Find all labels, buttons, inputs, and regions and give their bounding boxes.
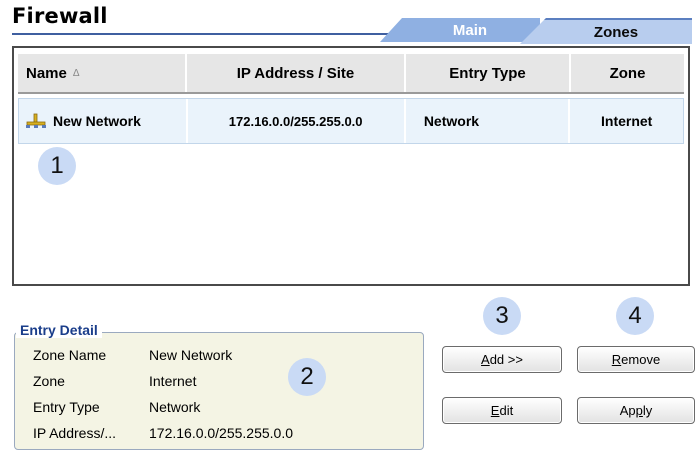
detail-row-zone: Zone Internet [33, 373, 196, 389]
remove-button-mnemonic: R [611, 352, 622, 367]
callout-3: 3 [483, 297, 521, 335]
column-header-entry-type[interactable]: Entry Type [406, 54, 571, 92]
entry-detail-legend: Entry Detail [16, 322, 102, 338]
detail-row-entry-type: Entry Type Network [33, 399, 200, 415]
cell-name-text: New Network [53, 113, 141, 129]
tab-main-label: Main [452, 21, 488, 39]
tab-zones[interactable]: Zones [520, 18, 692, 44]
cell-ip: 172.16.0.0/255.255.0.0 [188, 99, 406, 143]
detail-key: Zone Name [33, 347, 107, 363]
apply-button[interactable]: Ap p ly [577, 397, 695, 424]
apply-button-mnemonic: p [635, 403, 643, 418]
detail-key: Zone [33, 373, 65, 389]
add-button-mnemonic: A [481, 352, 490, 367]
edit-button[interactable]: Edit [442, 397, 562, 424]
detail-value: Network [149, 399, 201, 415]
add-button[interactable]: Add >> [442, 346, 562, 373]
network-icon [25, 112, 47, 130]
cell-name: New Network [19, 99, 188, 143]
detail-value: Internet [149, 373, 197, 389]
callout-4: 4 [616, 297, 654, 335]
remove-button[interactable]: Remove [577, 346, 695, 373]
edit-button-mnemonic: E [490, 403, 500, 418]
apply-button-label: ly [642, 403, 653, 418]
detail-key: Entry Type [33, 399, 100, 415]
column-header-zone[interactable]: Zone [571, 54, 684, 92]
table-header: Name Δ IP Address / Site Entry Type Zone [18, 54, 684, 94]
table-row[interactable]: New Network 172.16.0.0/255.255.0.0 Netwo… [18, 98, 684, 144]
tab-bar: Main Zones [380, 12, 692, 44]
sort-ascending-icon: Δ [72, 67, 80, 79]
detail-row-zone-name: Zone Name New Network [33, 347, 232, 363]
zones-table: Name Δ IP Address / Site Entry Type Zone… [12, 46, 690, 286]
column-header-name-label: Name [26, 64, 67, 82]
detail-value: 172.16.0.0/255.255.0.0 [149, 425, 294, 441]
remove-button-label: emove [621, 352, 661, 367]
page-title: Firewall [12, 4, 108, 28]
column-header-ip[interactable]: IP Address / Site [187, 54, 406, 92]
tab-zones-label: Zones [593, 23, 639, 41]
tab-main[interactable]: Main [380, 18, 540, 42]
callout-1: 1 [38, 147, 76, 185]
entry-detail-panel: Zone Name New Network Zone Internet Entr… [14, 332, 424, 450]
cell-zone: Internet [601, 113, 653, 129]
callout-2: 2 [288, 358, 326, 396]
detail-row-ip-address: IP Address/... 172.16.0.0/255.255.0.0 [33, 425, 293, 441]
edit-button-label: dit [499, 403, 514, 418]
add-button-label: dd >> [489, 352, 523, 367]
detail-value: New Network [149, 347, 233, 363]
column-header-name[interactable]: Name Δ [18, 54, 187, 92]
detail-key: IP Address/... [33, 425, 117, 441]
title-divider [12, 33, 432, 35]
cell-entry-type: Network [406, 99, 571, 143]
apply-button-prefix: Ap [619, 403, 636, 418]
